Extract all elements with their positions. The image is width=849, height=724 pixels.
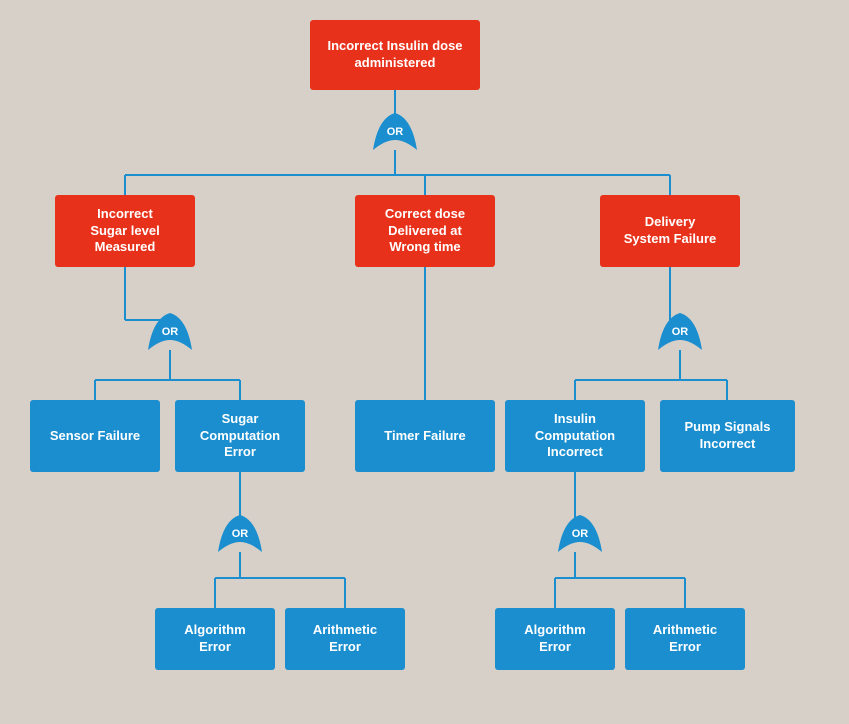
l1-left-box: IncorrectSugar levelMeasured [55, 195, 195, 267]
l1-mid-box: Correct doseDelivered atWrong time [355, 195, 495, 267]
l3-algo2-box: AlgorithmError [495, 608, 615, 670]
l2-pump-box: Pump SignalsIncorrect [660, 400, 795, 472]
or-gate-5: OR [553, 510, 607, 558]
l2-sensor-box: Sensor Failure [30, 400, 160, 472]
l3-arith1-box: ArithmeticError [285, 608, 405, 670]
l3-arith2-box: ArithmeticError [625, 608, 745, 670]
l2-insulin-box: InsulinComputationIncorrect [505, 400, 645, 472]
or-gate-3: OR [653, 308, 707, 356]
or-gate-1: OR [368, 108, 422, 156]
fault-tree-diagram: Incorrect Insulin dose administered OR I… [0, 0, 849, 724]
or-gate-2: OR [143, 308, 197, 356]
l3-algo1-box: AlgorithmError [155, 608, 275, 670]
or-gate-4: OR [213, 510, 267, 558]
root-box: Incorrect Insulin dose administered [310, 20, 480, 90]
l1-right-box: DeliverySystem Failure [600, 195, 740, 267]
l2-sugar-box: SugarComputationError [175, 400, 305, 472]
l2-timer-box: Timer Failure [355, 400, 495, 472]
